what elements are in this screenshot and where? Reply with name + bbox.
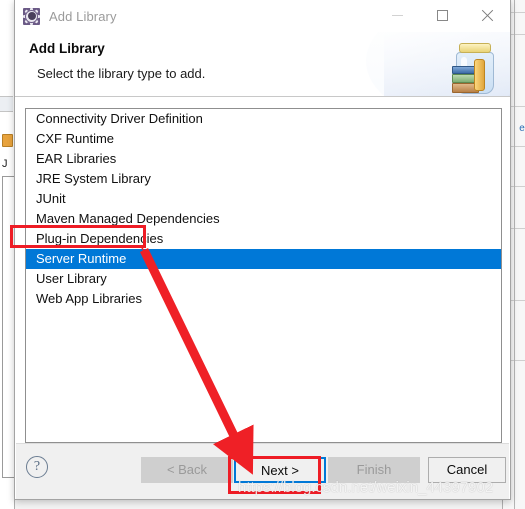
jar-icon bbox=[452, 42, 498, 96]
finish-button[interactable]: Finish bbox=[328, 457, 420, 483]
window-title: Add Library bbox=[49, 8, 117, 24]
book-blue-icon bbox=[452, 66, 476, 74]
dialog-footer: ? < Back Next > Finish Cancel bbox=[16, 443, 509, 499]
dialog-header: Add Library Select the library type to a… bbox=[15, 32, 510, 97]
book-yellow-icon bbox=[474, 59, 485, 91]
add-library-dialog: Add Library Add Library Select the libra… bbox=[14, 0, 511, 500]
background-left-label: J bbox=[2, 158, 8, 170]
help-question-icon[interactable]: ? bbox=[26, 456, 48, 478]
list-item[interactable]: JUnit bbox=[26, 189, 501, 209]
background-right-divider bbox=[514, 0, 515, 509]
list-item[interactable]: CXF Runtime bbox=[26, 129, 501, 149]
dialog-titlebar[interactable]: Add Library bbox=[15, 0, 510, 32]
background-right-code-fragment: e bbox=[518, 124, 525, 135]
library-jar-illustration bbox=[366, 32, 510, 96]
library-type-list[interactable]: Connectivity Driver Definition CXF Runti… bbox=[25, 108, 502, 443]
maximize-button[interactable] bbox=[420, 0, 465, 31]
close-button[interactable] bbox=[465, 0, 510, 31]
page-subtitle: Select the library type to add. bbox=[37, 66, 206, 81]
background-left-editor-box bbox=[2, 176, 14, 478]
list-item[interactable]: Connectivity Driver Definition bbox=[26, 109, 501, 129]
background-left-toolbar-strip bbox=[0, 96, 13, 112]
list-item[interactable]: Plug-in Dependencies bbox=[26, 229, 501, 249]
gear-icon bbox=[23, 7, 40, 25]
page-title: Add Library bbox=[29, 41, 105, 56]
list-item-selected[interactable]: Server Runtime bbox=[26, 249, 501, 269]
list-item[interactable]: EAR Libraries bbox=[26, 149, 501, 169]
minimize-icon bbox=[392, 15, 403, 16]
window-controls bbox=[375, 0, 510, 32]
list-item[interactable]: User Library bbox=[26, 269, 501, 289]
list-item[interactable]: JRE System Library bbox=[26, 169, 501, 189]
background-file-icon bbox=[2, 134, 13, 147]
minimize-button[interactable] bbox=[375, 0, 420, 31]
back-button[interactable]: < Back bbox=[141, 457, 233, 483]
cancel-button[interactable]: Cancel bbox=[428, 457, 506, 483]
list-item[interactable]: Maven Managed Dependencies bbox=[26, 209, 501, 229]
next-button[interactable]: Next > bbox=[234, 457, 326, 483]
maximize-icon bbox=[437, 10, 448, 21]
list-item[interactable]: Web App Libraries bbox=[26, 289, 501, 309]
close-icon bbox=[481, 9, 494, 22]
